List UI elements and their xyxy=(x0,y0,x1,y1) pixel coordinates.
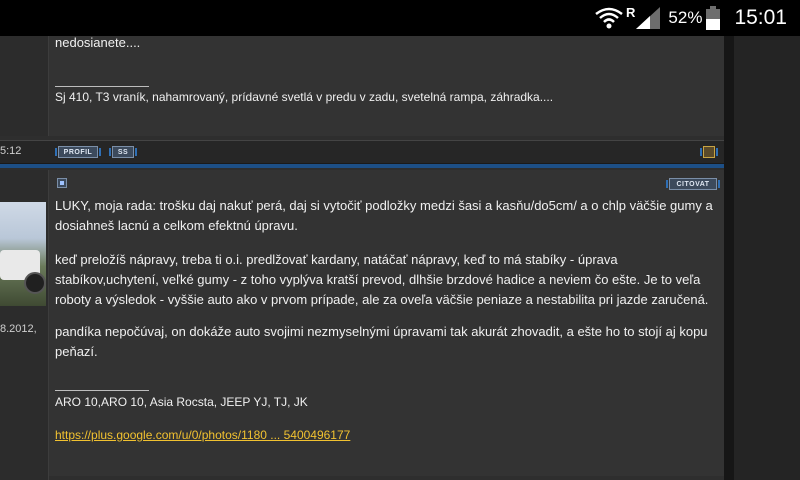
post1-date: 5:12 xyxy=(0,145,22,157)
right-margin xyxy=(734,36,800,480)
post2-signature: ARO 10,ARO 10, Asia Rocsta, JEEP YJ, TJ,… xyxy=(55,395,308,409)
author-joined-date: 8.2012, xyxy=(0,323,37,335)
clock: 15:01 xyxy=(734,6,787,29)
status-bar: R 52% 15:01 xyxy=(0,0,800,36)
post1-signature: Sj 410, T3 vraník, nahamrovaný, prídavné… xyxy=(55,90,554,104)
post1-footer-bar: 5:12 PROFIL SS xyxy=(0,140,724,164)
right-gutter xyxy=(724,36,734,480)
post1-body: nedosianete.... Sj 410, T3 vraník, naham… xyxy=(49,35,724,136)
post2-paragraph-1: LUKY, moja rada: trošku daj nakuť perá, … xyxy=(55,198,713,233)
post1-text: nedosianete.... xyxy=(55,35,141,50)
signature-divider xyxy=(55,86,149,87)
post-link-icon[interactable] xyxy=(57,178,67,188)
post2-author-column: 8.2012, xyxy=(0,170,49,480)
battery-icon xyxy=(706,6,721,30)
post2-paragraph-3: pandíka nepočúvaj, on dokáže auto svojim… xyxy=(55,324,708,359)
forum-thread: nedosianete.... Sj 410, T3 vraník, naham… xyxy=(0,35,724,480)
roaming-indicator: R xyxy=(626,4,636,20)
photos-link[interactable]: https://plus.google.com/u/0/photos/1180 … xyxy=(55,428,350,442)
post1-author-column xyxy=(0,36,49,136)
signature-divider xyxy=(55,390,149,391)
quote-button[interactable]: CITOVAT xyxy=(666,178,720,190)
report-icon[interactable] xyxy=(700,146,718,158)
battery-percent: 52% xyxy=(668,8,703,27)
author-avatar[interactable] xyxy=(0,202,46,306)
post-separator xyxy=(0,164,724,168)
forum-page: nedosianete.... Sj 410, T3 vraník, naham… xyxy=(0,35,800,480)
avatar-wheel-shape xyxy=(24,272,46,294)
profile-button[interactable]: PROFIL xyxy=(55,146,101,158)
wifi-icon xyxy=(594,6,624,30)
signal-icon xyxy=(636,7,661,29)
post2-paragraph-2: keď preložíš nápravy, treba ti o.i. pred… xyxy=(55,252,709,307)
post2-body: CITOVAT LUKY, moja rada: trošku daj naku… xyxy=(49,170,724,476)
ss-button[interactable]: SS xyxy=(109,146,137,158)
